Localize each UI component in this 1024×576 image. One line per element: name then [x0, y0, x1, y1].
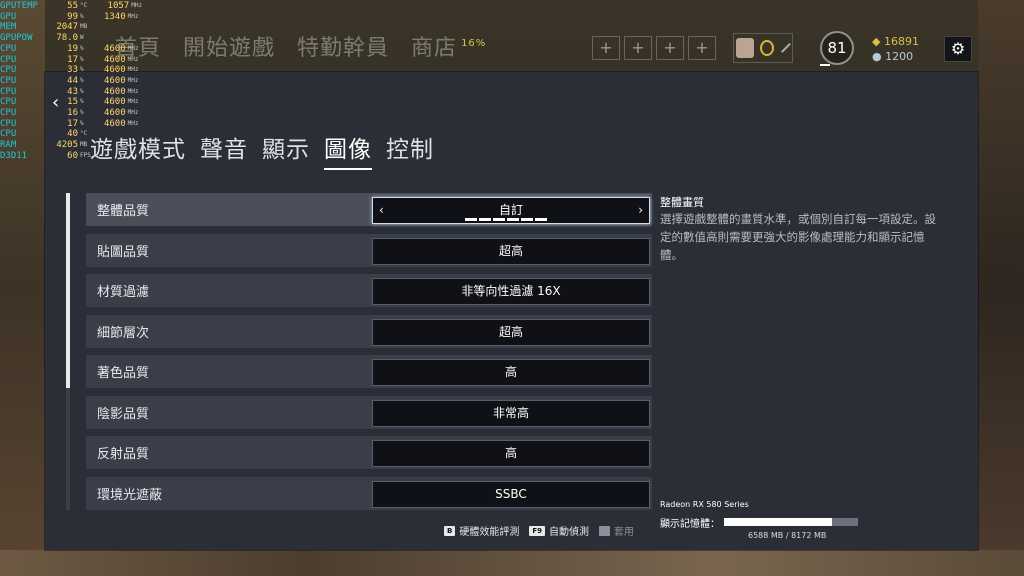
overlay-stat-row: CPU 17% 4600 MHz: [0, 54, 139, 65]
renown-value: 16891: [883, 35, 919, 48]
credits-icon: ●: [872, 50, 882, 63]
quality-pip: [521, 218, 533, 221]
tab-controls[interactable]: 控制: [386, 130, 434, 170]
setting-label: 反射品質: [97, 447, 150, 462]
gpu-name: Radeon RX 580 Series: [660, 500, 749, 509]
add-slot-button[interactable]: +: [624, 36, 652, 60]
nav-store[interactable]: 商店: [411, 30, 457, 62]
setting-value[interactable]: 非常高: [372, 399, 650, 427]
quality-pips: [465, 218, 547, 221]
setting-value[interactable]: 超高: [372, 237, 650, 265]
add-slot-button[interactable]: +: [688, 36, 716, 60]
overlay-stat-row: CPU 40 °C: [0, 129, 88, 140]
setting-label: 細節層次: [97, 325, 150, 341]
footer-actions: B 硬體效能評測 F9 自動偵測 套用: [444, 523, 634, 538]
quality-pip: [507, 218, 519, 221]
setting-row-shading-quality[interactable]: 著色品質 高: [86, 355, 652, 388]
nav-play[interactable]: 開始遊戲: [183, 30, 275, 62]
key-hint: [599, 525, 610, 536]
vram-label: 顯示記憶體：: [660, 519, 720, 530]
settings-list: 整體品質 ‹ 自訂 › 貼圖品質 超高 材質過濾 非等向性過濾 16X 細節層次…: [86, 193, 652, 517]
gear-icon: ⚙: [950, 39, 966, 58]
chevron-left-icon[interactable]: ‹: [379, 198, 384, 223]
setting-label: 陰影品質: [97, 406, 150, 422]
nav-operators[interactable]: 特勤幹員: [297, 30, 389, 62]
quality-pip: [535, 218, 547, 221]
overlay-stat-row: CPU 16% 4600 MHz: [0, 108, 139, 119]
add-slot-button[interactable]: +: [592, 36, 620, 60]
overlay-stat-row: GPUPOW 78.0 W: [0, 33, 84, 44]
renown-icon: ◆: [872, 35, 881, 48]
tab-graphics[interactable]: 圖像: [324, 130, 372, 170]
player-level[interactable]: 81: [820, 31, 854, 65]
currency-panel: ◆ 16891 ● 1200: [872, 34, 919, 64]
overlay-stat-row: GPUTEMP 55 °C 1057 MHz: [0, 1, 143, 11]
credits-value: 1200: [885, 50, 914, 63]
overlay-stat-row: CPU 17% 4600 MHz: [0, 118, 139, 129]
benchmark-button[interactable]: B 硬體效能評測: [444, 523, 519, 538]
operator-card[interactable]: [733, 33, 793, 63]
overlay-stat-row: CPU 43% 4600 MHz: [0, 86, 139, 97]
setting-label: 貼圖品質: [97, 244, 150, 260]
autodetect-button[interactable]: F9 自動偵測: [529, 523, 589, 538]
setting-row-lod-quality[interactable]: 細節層次 超高: [86, 314, 652, 348]
top-nav: 首頁 開始遊戲 特勤幹員 商店 16%: [115, 30, 486, 62]
add-slot-button[interactable]: +: [656, 36, 684, 60]
apply-label: 套用: [613, 527, 634, 538]
settings-gear-button[interactable]: ⚙: [944, 36, 972, 62]
setting-label: 整體品質: [97, 204, 150, 219]
scrollbar-thumb[interactable]: [66, 193, 70, 388]
setting-value[interactable]: SSBC: [372, 480, 650, 508]
store-badge: 16%: [461, 38, 487, 49]
chevron-right-icon[interactable]: ›: [638, 198, 643, 223]
vram-bar: [724, 518, 858, 526]
setting-value[interactable]: 高: [372, 359, 650, 386]
setting-label: 材質過濾: [97, 285, 150, 300]
overlay-stat-row: CPU 44% 4600 MHz: [0, 75, 139, 86]
setting-label: 環境光遮蔽: [97, 487, 163, 503]
key-hint: F9: [529, 525, 545, 536]
overlay-stat-row: CPU 33% 4600 MHz: [0, 65, 139, 76]
apply-button[interactable]: 套用: [599, 523, 634, 538]
setting-row-reflection-quality[interactable]: 反射品質 高: [86, 436, 652, 469]
setting-row-shadow-quality[interactable]: 陰影品質 非常高: [86, 395, 652, 429]
vram-bar-fill: [724, 518, 833, 526]
coin-icon: [760, 40, 775, 56]
performance-overlay: GPUTEMP 55 °C 1057 MHz GPU 99% 1340 MHz MEM 2047 MB…: [0, 1, 142, 162]
key-hint: B: [444, 525, 456, 536]
vram-usage-text: 6588 MB / 8172 MB: [748, 531, 827, 540]
overlay-stat-row: GPU 99% 1340 MHz: [0, 11, 139, 22]
overlay-stat-row: D3D11 60 FPS: [0, 150, 91, 161]
setting-row-ambient-occlusion[interactable]: 環境光遮蔽 SSBC: [86, 476, 652, 510]
operator-portrait: [736, 38, 755, 58]
setting-value[interactable]: 高: [372, 440, 650, 467]
scrollbar-track[interactable]: [66, 388, 70, 510]
quality-pip: [493, 218, 505, 221]
quality-pip: [465, 218, 477, 221]
slash-icon: [781, 43, 791, 53]
description-title: 整體畫質: [660, 196, 704, 209]
tab-audio[interactable]: 聲音: [200, 130, 248, 170]
level-progress: [820, 64, 830, 66]
setting-selector[interactable]: ‹ 自訂 ›: [372, 197, 650, 224]
overlay-stat-row: CPU 15% 4600 MHz: [0, 97, 139, 108]
setting-row-texture-filtering[interactable]: 材質過濾 非等向性過濾 16X: [86, 274, 652, 307]
background-right: [978, 0, 1024, 576]
tab-display[interactable]: 顯示: [262, 130, 310, 170]
autodetect-label: 自動偵測: [549, 527, 589, 538]
overlay-stat-row: CPU 19% 4600 MHz: [0, 43, 139, 54]
setting-row-texture-quality[interactable]: 貼圖品質 超高: [86, 233, 652, 267]
description-body: 選擇遊戲整體的畫質水準，或個別自訂每一項設定。設定的數值高則需要更強大的影像處理…: [660, 212, 936, 262]
setting-value[interactable]: 超高: [372, 318, 650, 346]
overlay-stat-row: MEM 2047 MB: [0, 22, 88, 33]
setting-row-overall-quality[interactable]: 整體品質 ‹ 自訂 ›: [86, 193, 652, 226]
setting-value[interactable]: 非等向性過濾 16X: [372, 278, 650, 305]
background-bottom: [0, 550, 1024, 576]
benchmark-label: 硬體效能評測: [459, 527, 520, 538]
overlay-stat-row: RAM 4205 MB: [0, 140, 88, 151]
setting-value: 自訂: [498, 203, 523, 217]
setting-label: 著色品質: [97, 366, 150, 381]
loadout-slots: + + + +: [592, 36, 716, 60]
quality-pip: [479, 218, 491, 221]
